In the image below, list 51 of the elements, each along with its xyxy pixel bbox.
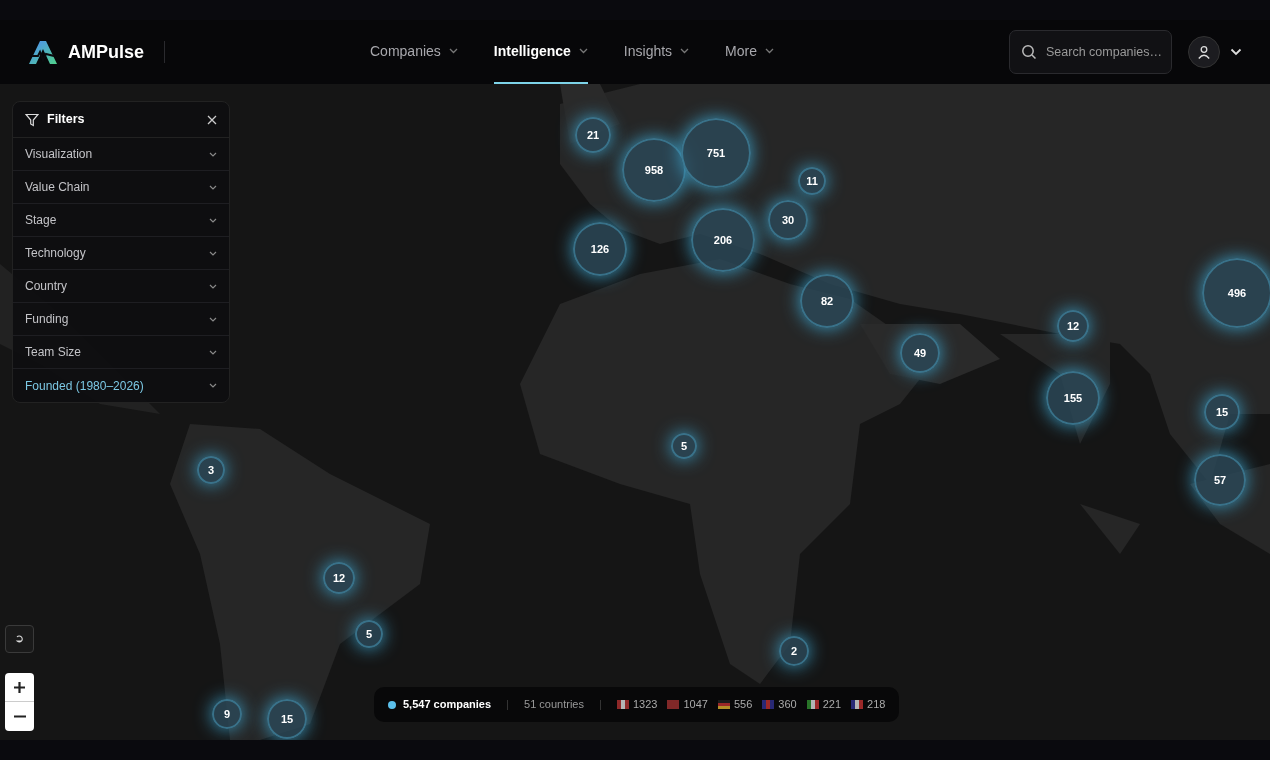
filter-item[interactable]: Stage xyxy=(13,204,229,237)
avatar-button[interactable] xyxy=(1188,36,1220,68)
filters-title: Filters xyxy=(47,111,85,129)
search-icon xyxy=(1021,44,1037,60)
filter-item[interactable]: Visualization xyxy=(13,138,229,171)
reset-view-button[interactable] xyxy=(5,625,34,653)
chevron-down-icon xyxy=(209,217,217,223)
nav-tab[interactable]: Companies xyxy=(370,20,458,84)
filter-item[interactable]: Country xyxy=(13,270,229,303)
chevron-down-icon xyxy=(209,316,217,322)
chevron-down-icon xyxy=(209,250,217,256)
country-count: 218 xyxy=(867,697,886,713)
filter-item[interactable]: Technology xyxy=(13,237,229,270)
chevron-down-icon xyxy=(209,383,217,388)
country-count: 221 xyxy=(822,697,842,713)
brand-name: AMPulse xyxy=(68,40,145,64)
filter-item[interactable]: Team Size xyxy=(13,336,229,369)
country-count: 556 xyxy=(733,697,753,713)
filter-item[interactable]: Funding xyxy=(13,303,229,336)
filter-item[interactable]: Value Chain xyxy=(13,171,229,204)
user-icon xyxy=(1197,45,1211,59)
reset-icon xyxy=(15,635,24,643)
country-count: 1047 xyxy=(683,697,708,713)
countries-count: 51 countries xyxy=(524,697,584,713)
search-field[interactable]: Search companies… xyxy=(1009,30,1172,74)
close-icon[interactable] xyxy=(207,114,217,125)
logo-icon[interactable] xyxy=(28,39,58,65)
flag-icon xyxy=(806,700,819,709)
filter-item[interactable]: Founded (1980–2026) xyxy=(13,369,229,402)
chevron-down-icon xyxy=(448,48,458,54)
country-count: 1323 xyxy=(633,697,658,713)
flag-icon xyxy=(667,700,680,709)
chevron-down-icon xyxy=(680,48,690,54)
flag-icon xyxy=(851,700,864,709)
flag-icon xyxy=(617,700,629,709)
chevron-down-icon xyxy=(209,283,217,289)
filter-icon xyxy=(25,112,39,127)
chevron-down-icon xyxy=(209,349,217,355)
country-count: 360 xyxy=(778,697,797,713)
nav-tab[interactable]: More xyxy=(725,20,774,84)
chevron-down-icon xyxy=(578,48,588,54)
minus-icon xyxy=(13,715,26,718)
chevron-down-icon xyxy=(209,184,217,190)
chevron-down-icon xyxy=(765,48,774,54)
flag-icon xyxy=(717,700,730,709)
chevron-down-icon[interactable] xyxy=(1230,48,1242,56)
nav-tab[interactable]: Insights xyxy=(623,20,690,84)
chevron-down-icon xyxy=(209,151,217,157)
companies-count: 5,547 companies xyxy=(403,697,492,713)
flag-icon xyxy=(762,700,775,709)
plus-icon xyxy=(14,681,25,693)
